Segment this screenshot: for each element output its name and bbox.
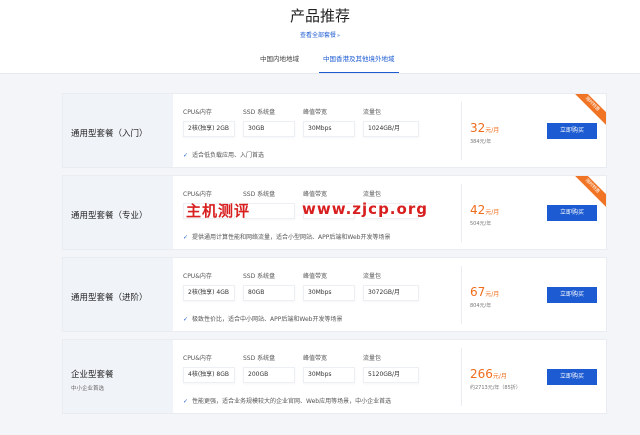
spec-ssd-value: 30GB <box>243 121 295 137</box>
plan-note-text: 提供通用计算性能和网络流量，适合小型网站、APP后端和Web开发等场景 <box>192 234 391 241</box>
plan-note-text: 性能更强，适合业务规模较大的企业官网、Web应用等场景，中小企业首选 <box>192 398 392 405</box>
spec-label-cpu: CPU&内存 <box>183 355 212 362</box>
spec-label-bandwidth: 峰值带宽 <box>303 273 328 280</box>
spec-bandwidth-value: 30Mbps <box>303 285 355 301</box>
check-icon: ✓ <box>183 316 189 323</box>
spec-traffic-value: 3072GB/月 <box>363 285 419 301</box>
spec-bandwidth-value: 30Mbps <box>303 367 355 383</box>
spec-traffic-value: 1024GB/月 <box>363 121 419 137</box>
plan-note: ✓ 性能更强，适合业务规模较大的企业官网、Web应用等场景，中小企业首选 <box>183 396 391 405</box>
double-chevron-right-icon: » <box>336 33 341 39</box>
price-amount: 67 <box>470 285 486 299</box>
plan-name: 通用型套餐（进阶） <box>71 293 148 303</box>
plan-name: 通用型套餐（专业） <box>71 211 148 221</box>
plan-price: 42元/月 <box>470 203 499 217</box>
plan-price: 266元/月 <box>470 367 507 381</box>
watermark-url: www.zjcp.org <box>302 200 428 218</box>
buy-now-button[interactable]: 立即购买 <box>547 123 597 139</box>
spec-label-traffic: 流量包 <box>363 273 382 280</box>
region-tabs: 中国内地地域 中国香港及其他境外地域 <box>0 54 640 74</box>
plan-note: ✓ 提供通用计算性能和网络流量，适合小型网站、APP后端和Web开发等场景 <box>183 232 390 241</box>
plan-subtitle: 中小企业首选 <box>71 386 105 392</box>
check-icon: ✓ <box>183 398 189 405</box>
view-all-plans-link[interactable]: 查看全部套餐» <box>0 30 640 39</box>
spec-ssd-value: 200GB <box>243 367 295 383</box>
plan-name-panel: 通用型套餐（入门） <box>63 94 173 167</box>
plan-name-panel: 通用型套餐（专业） <box>63 176 173 249</box>
check-icon: ✓ <box>183 234 189 241</box>
plan-name-panel: 企业型套餐 中小企业首选 <box>63 340 173 413</box>
spec-label-ssd: SSD 系统盘 <box>243 109 276 116</box>
page-title: 产品推荐 <box>289 7 350 25</box>
buy-now-button[interactable]: 立即购买 <box>547 287 597 303</box>
buy-now-button[interactable]: 立即购买 <box>547 205 597 221</box>
spec-label-cpu: CPU&内存 <box>183 273 212 280</box>
tabs-divider <box>0 73 640 74</box>
spec-cpu-value: 2核(独享) 4GB <box>183 285 235 301</box>
watermark: 主机测评 www.zjcp.org <box>186 200 466 220</box>
spec-label-bandwidth: 峰值带宽 <box>303 355 328 362</box>
price-unit: 元/月 <box>485 291 500 298</box>
plan-note-text: 适合低负载应用、入门首选 <box>192 152 265 159</box>
plan-year-price: 384元/年 <box>470 139 492 145</box>
spec-label-ssd: SSD 系统盘 <box>243 273 276 280</box>
price-amount: 42 <box>470 203 486 217</box>
spec-label-traffic: 流量包 <box>363 109 382 116</box>
plan-year-price: 804元/年 <box>470 303 492 309</box>
spec-label-cpu: CPU&内存 <box>183 191 212 198</box>
spec-label-bandwidth: 峰值带宽 <box>303 191 328 198</box>
tab-mainland[interactable]: 中国内地地域 <box>260 54 299 74</box>
spec-cpu-value: 2核(独享) 2GB <box>183 121 235 137</box>
plan-card-starter: 通用型套餐（入门） CPU&内存 SSD 系统盘 峰值带宽 流量包 2核(独享)… <box>62 93 607 168</box>
check-icon: ✓ <box>183 152 189 159</box>
tab-hongkong-overseas[interactable]: 中国香港及其他境外地域 <box>319 54 398 74</box>
plan-year-price: 504元/年 <box>470 221 492 227</box>
spec-label-traffic: 流量包 <box>363 191 382 198</box>
plan-name: 企业型套餐 <box>71 370 114 380</box>
spec-traffic-value: 5120GB/月 <box>363 367 419 383</box>
spec-label-cpu: CPU&内存 <box>183 109 212 116</box>
price-amount: 266 <box>470 367 493 381</box>
page-header: 产品推荐 查看全部套餐» 中国内地地域 中国香港及其他境外地域 <box>0 0 640 74</box>
plan-year-price: 约2713元/年（85折） <box>470 385 521 391</box>
plan-price: 32元/月 <box>470 121 499 135</box>
plan-note: ✓ 极致性价比，适合中小网站、APP后端和Web开发等场景 <box>183 314 342 323</box>
plan-card-advanced: 通用型套餐（进阶） CPU&内存 SSD 系统盘 峰值带宽 流量包 2核(独享)… <box>62 257 607 332</box>
plan-note-text: 极致性价比，适合中小网站、APP后端和Web开发等场景 <box>192 316 343 323</box>
spec-cpu-value: 4核(独享) 8GB <box>183 367 235 383</box>
price-divider <box>461 102 462 160</box>
price-divider <box>461 348 462 406</box>
plan-card-enterprise: 企业型套餐 中小企业首选 CPU&内存 SSD 系统盘 峰值带宽 流量包 4核(… <box>62 339 607 414</box>
plan-name-panel: 通用型套餐（进阶） <box>63 258 173 331</box>
spec-label-bandwidth: 峰值带宽 <box>303 109 328 116</box>
price-unit: 元/月 <box>492 373 507 380</box>
price-divider <box>461 266 462 324</box>
price-amount: 32 <box>470 121 486 135</box>
price-unit: 元/月 <box>485 127 500 134</box>
view-all-label: 查看全部套餐 <box>299 32 336 39</box>
spec-ssd-value: 80GB <box>243 285 295 301</box>
plan-name: 通用型套餐（入门） <box>71 129 148 139</box>
spec-label-ssd: SSD 系统盘 <box>243 191 276 198</box>
price-unit: 元/月 <box>485 209 500 216</box>
spec-bandwidth-value: 30Mbps <box>303 121 355 137</box>
spec-label-ssd: SSD 系统盘 <box>243 355 276 362</box>
plan-price: 67元/月 <box>470 285 499 299</box>
plan-note: ✓ 适合低负载应用、入门首选 <box>183 150 264 159</box>
buy-now-button[interactable]: 立即购买 <box>547 369 597 385</box>
watermark-text-cn: 主机测评 <box>186 202 251 220</box>
spec-label-traffic: 流量包 <box>363 355 382 362</box>
